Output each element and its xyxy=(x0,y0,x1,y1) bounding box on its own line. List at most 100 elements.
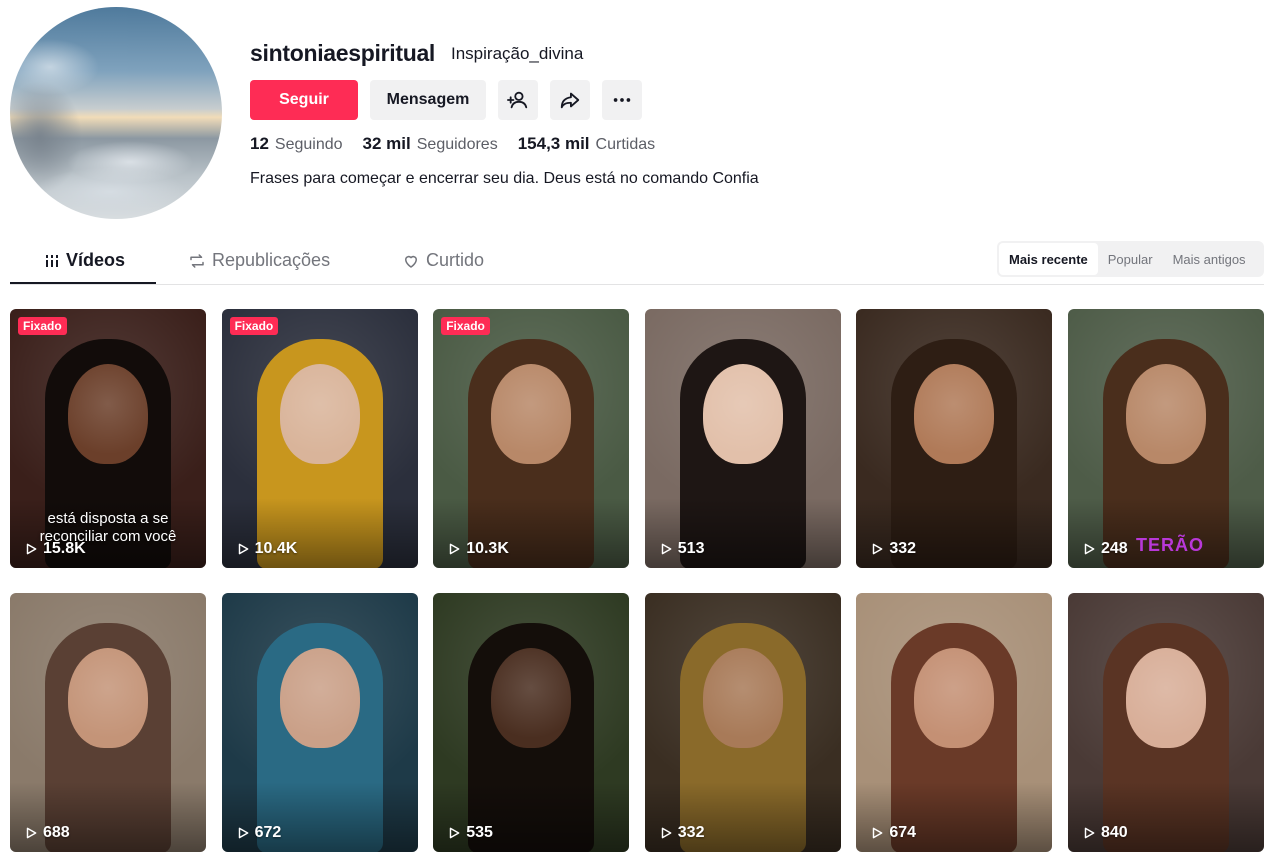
video-card[interactable]: Fixado 10.3K xyxy=(433,309,630,568)
view-count-value: 10.4K xyxy=(254,540,298,557)
video-card[interactable]: 840 xyxy=(1067,593,1264,852)
tab-liked[interactable]: Curtido xyxy=(402,250,484,271)
add-user-icon xyxy=(507,91,528,109)
view-count: 10.3K xyxy=(447,540,509,558)
view-count-value: 672 xyxy=(254,824,282,841)
tab-reposts[interactable]: Republicações xyxy=(188,250,330,271)
tab-videos-label: Vídeos xyxy=(66,250,126,270)
view-count-value: 15.8K xyxy=(43,540,86,557)
view-count-value: 332 xyxy=(677,824,705,841)
video-card[interactable]: Fixado está disposta a se reconciliar com… xyxy=(10,309,206,568)
view-count: 332 xyxy=(870,540,916,558)
play-icon xyxy=(449,543,460,555)
repost-icon xyxy=(190,253,204,268)
video-thumbnail-face xyxy=(1125,648,1206,748)
sort-switcher: Mais recente Popular Mais antigos xyxy=(997,241,1264,277)
view-count-value: 674 xyxy=(889,824,917,841)
likes-count: 154,3 mil xyxy=(517,134,590,153)
video-card[interactable]: 688 xyxy=(10,593,206,852)
view-count: 513 xyxy=(659,540,705,558)
tab-reposts-label: Republicações xyxy=(212,250,331,270)
following-count: 12 xyxy=(250,134,269,153)
video-card[interactable]: 332 xyxy=(644,593,841,852)
video-card[interactable]: 332 xyxy=(856,309,1053,568)
video-card[interactable]: 535 xyxy=(433,593,630,852)
video-thumbnail-face xyxy=(491,648,572,748)
view-count: 674 xyxy=(870,824,916,842)
likes-label: Curtidas xyxy=(595,136,656,153)
active-tab-indicator xyxy=(10,282,156,284)
video-card[interactable]: 672 xyxy=(221,593,418,852)
view-count: 15.8K xyxy=(24,540,86,558)
view-count: 10.4K xyxy=(236,540,298,558)
video-thumbnail-face xyxy=(68,648,148,748)
view-count-value: 535 xyxy=(466,824,493,841)
video-thumbnail-face xyxy=(491,364,572,464)
more-options-button[interactable] xyxy=(602,80,642,120)
video-card[interactable]: Fixado 10.4K xyxy=(221,309,418,568)
view-count-value: 10.3K xyxy=(466,540,509,557)
play-icon xyxy=(873,543,883,555)
video-grid: Fixado está disposta a se reconciliar com… xyxy=(10,309,1264,852)
follow-button[interactable]: Seguir xyxy=(250,80,358,120)
followers-stat[interactable]: 32 mil Seguidores xyxy=(363,134,498,154)
video-thumbnail-face xyxy=(1125,364,1206,464)
followers-count: 32 mil xyxy=(362,134,411,153)
video-thumbnail-face xyxy=(279,648,360,748)
play-icon xyxy=(1084,827,1095,839)
following-label: Seguindo xyxy=(274,136,343,153)
more-icon xyxy=(613,98,631,102)
likes-stat: 154,3 mil Curtidas xyxy=(518,134,655,154)
video-card[interactable]: TERÃO 248 xyxy=(1067,309,1264,568)
profile-stats: 12 Seguindo 32 mil Seguidores 154,3 mil Cur… xyxy=(250,134,655,154)
video-card[interactable]: 513 xyxy=(644,309,841,568)
video-thumbnail-face xyxy=(702,364,783,464)
add-friend-button[interactable] xyxy=(498,80,538,120)
play-icon xyxy=(238,543,248,555)
pinned-badge: Fixado xyxy=(441,317,490,335)
view-count: 688 xyxy=(24,824,70,842)
play-icon xyxy=(873,827,883,839)
sort-latest[interactable]: Mais recente xyxy=(999,243,1098,275)
video-thumbnail-face xyxy=(68,364,148,464)
sort-oldest[interactable]: Mais antigos xyxy=(1163,243,1256,275)
profile-nickname: Inspiração_divina xyxy=(451,44,584,63)
following-stat[interactable]: 12 Seguindo xyxy=(250,134,343,154)
video-text-overlay: TERÃO xyxy=(1135,535,1204,555)
profile-bio: Frases para começar e encerrar seu dia. … xyxy=(250,170,759,187)
profile-username: sintoniaespiritual xyxy=(250,40,436,66)
video-thumbnail-face xyxy=(914,364,995,464)
view-count: 332 xyxy=(659,824,705,842)
share-button[interactable] xyxy=(550,80,590,120)
view-count: 535 xyxy=(447,824,493,842)
video-thumbnail-face xyxy=(279,364,360,464)
view-count: 840 xyxy=(1082,824,1128,842)
view-count: 248 xyxy=(1082,540,1128,558)
view-count-value: 688 xyxy=(43,824,70,841)
tab-videos[interactable]: Vídeos xyxy=(44,250,125,271)
pinned-badge: Fixado xyxy=(229,317,279,335)
video-card[interactable]: 674 xyxy=(856,593,1053,852)
tab-liked-label: Curtido xyxy=(426,250,485,270)
play-icon xyxy=(661,827,672,839)
play-icon xyxy=(449,827,460,839)
message-button[interactable]: Mensagem xyxy=(370,80,486,120)
play-icon xyxy=(238,827,248,839)
view-count-value: 332 xyxy=(889,540,917,557)
profile-avatar xyxy=(10,7,222,219)
share-icon xyxy=(560,92,580,109)
grid-icon xyxy=(46,254,58,267)
view-count: 672 xyxy=(236,824,282,842)
view-count-value: 248 xyxy=(1100,540,1128,557)
play-icon xyxy=(26,543,37,555)
followers-label: Seguidores xyxy=(416,136,498,153)
heart-icon xyxy=(405,255,417,268)
sort-popular[interactable]: Popular xyxy=(1098,243,1163,275)
video-thumbnail-face xyxy=(914,648,995,748)
play-icon xyxy=(661,543,672,555)
view-count-value: 840 xyxy=(1100,824,1128,841)
play-icon xyxy=(26,827,37,839)
play-icon xyxy=(1084,543,1095,555)
view-count-value: 513 xyxy=(677,540,705,557)
video-thumbnail-face xyxy=(702,648,783,748)
